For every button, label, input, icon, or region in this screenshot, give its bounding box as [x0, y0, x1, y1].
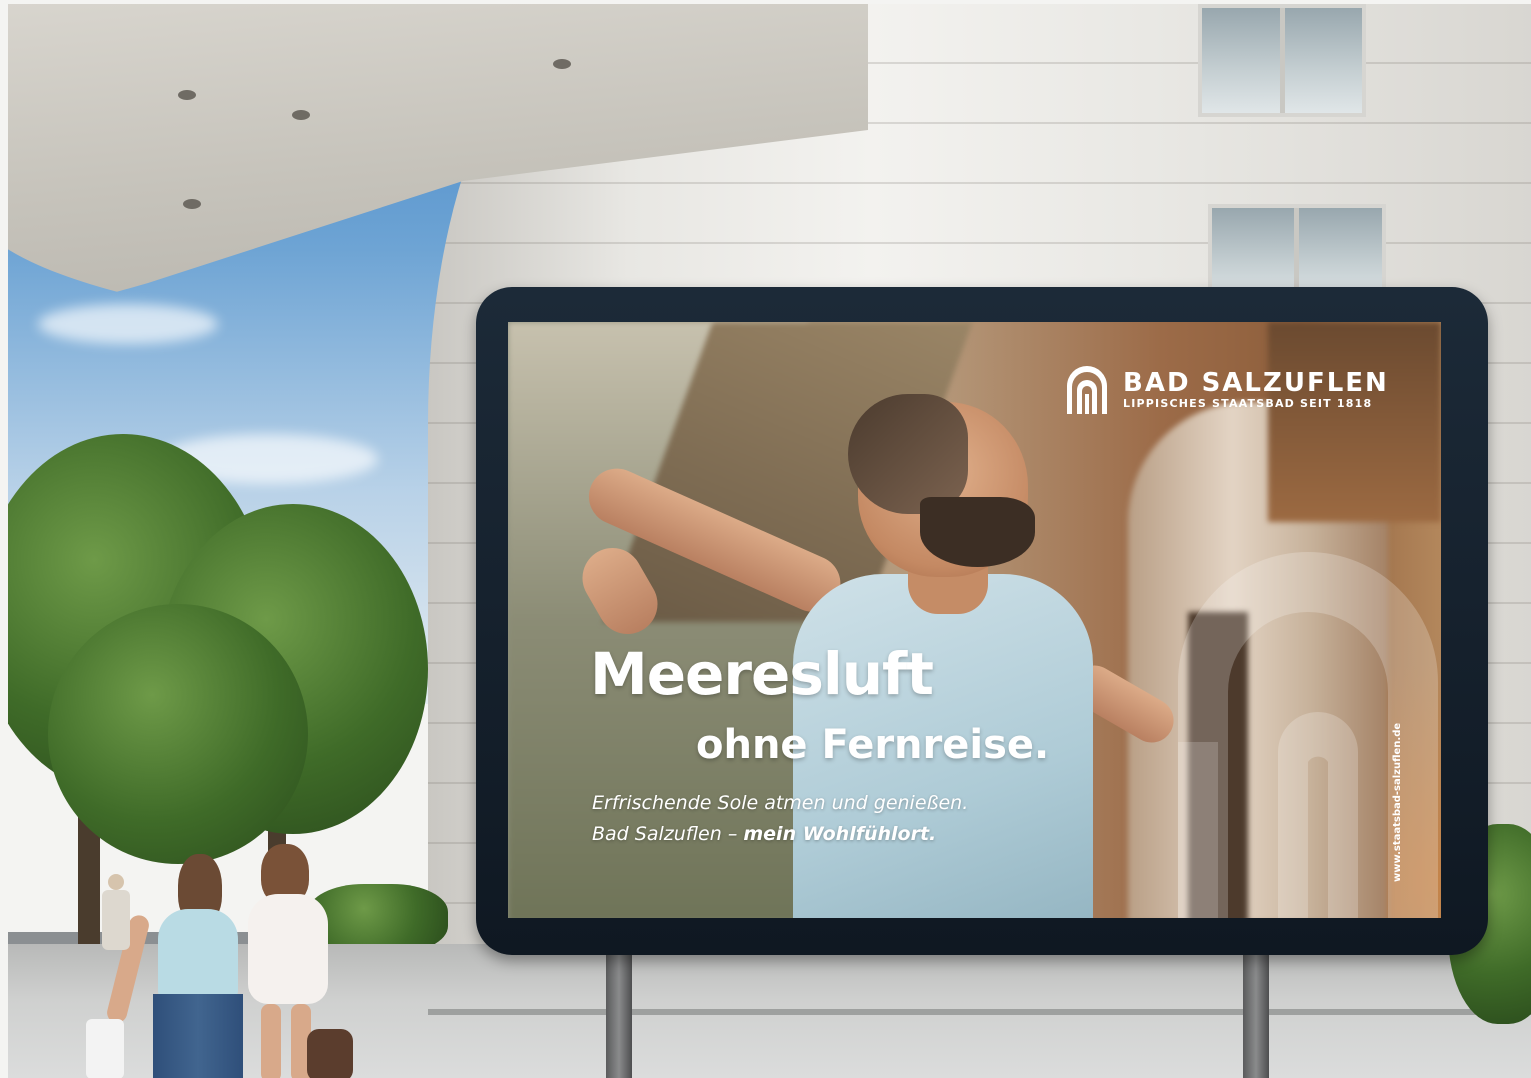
website-url: www.staatsbad-salzuflen.de: [1392, 722, 1403, 882]
subline-line-2-prefix: Bad Salzuflen –: [592, 823, 744, 845]
subline-line-1: Erfrischende Sole atmen und genießen.: [592, 792, 969, 814]
pedestrian: [233, 844, 353, 1078]
billboard-poster: BAD SALZUFLEN LIPPISCHES STAATSBAD SEIT …: [508, 322, 1441, 918]
building-window: [1198, 4, 1366, 117]
arch-columns-logo-icon: [1067, 366, 1107, 414]
billboard-post: [1243, 949, 1269, 1078]
tree: [48, 604, 308, 864]
brand-title: BAD SALZUFLEN: [1123, 368, 1389, 398]
ceiling-lamp: [292, 110, 310, 120]
ceiling-lamp: [553, 59, 571, 69]
ceiling-lamp: [183, 199, 201, 209]
pedestrian: [98, 874, 138, 954]
street-scene: BAD SALZUFLEN LIPPISCHES STAATSBAD SEIT …: [8, 4, 1531, 1078]
brand-subtitle: LIPPISCHES STAATSBAD SEIT 1818: [1123, 397, 1373, 410]
billboard-post: [606, 949, 632, 1078]
brand-logo: BAD SALZUFLEN LIPPISCHES STAATSBAD SEIT …: [1065, 366, 1389, 414]
headline-line-2: ohne Fernreise.: [696, 722, 1050, 768]
subline-line-2-bold: mein Wohlfühlort.: [743, 823, 937, 845]
headline-line-1: Meeresluft: [590, 640, 934, 708]
subline: Erfrischende Sole atmen und genießen. Ba…: [592, 788, 968, 850]
curb: [428, 1009, 1531, 1015]
ceiling-lamp: [178, 90, 196, 100]
